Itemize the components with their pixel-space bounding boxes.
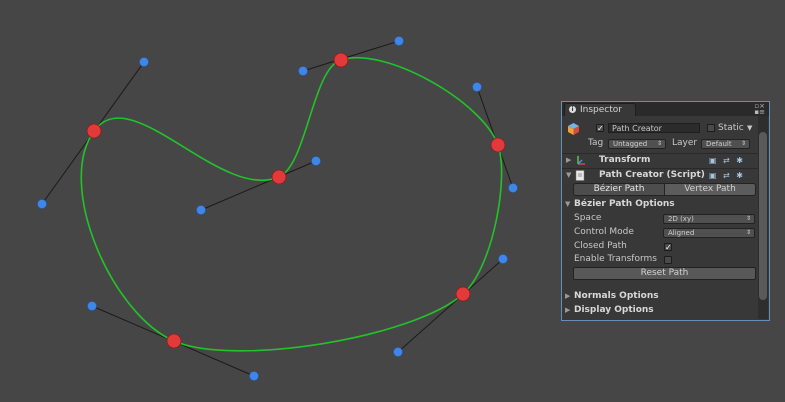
script-file-icon [575, 170, 585, 181]
normals-options-foldout[interactable]: ▶ Normals Options [562, 290, 759, 303]
closed-path-label: Closed Path [574, 241, 627, 251]
static-label: Static [718, 123, 744, 133]
control-handle[interactable] [472, 82, 482, 92]
transform-axes-icon [577, 156, 585, 165]
space-row: Space 2D (xy) ⇕ [562, 212, 759, 225]
space-label: Space [574, 213, 602, 223]
reset-path-button[interactable]: Reset Path [573, 267, 756, 280]
control-handle[interactable] [508, 183, 518, 193]
window-controls[interactable]: ▫× ▪≡ [754, 103, 765, 116]
updown-icon: ⇕ [745, 229, 751, 236]
anchor-point[interactable] [86, 123, 102, 139]
gameobject-cube-icon [568, 123, 579, 135]
space-dropdown[interactable]: 2D (xy) ⇕ [663, 214, 755, 224]
control-mode-value: Aligned [668, 229, 695, 237]
inspector-panel: i Inspector ▫× ▪≡ ✓ Path Creator Static … [561, 101, 770, 321]
static-dropdown-icon[interactable]: ▼ [747, 121, 752, 136]
transform-component-header[interactable]: ▶ Transform ▣ ⇄ ✱ [562, 154, 759, 167]
anchor-point[interactable] [271, 169, 287, 185]
enable-transforms-checkbox[interactable] [664, 256, 672, 264]
closed-path-checkbox[interactable]: ✓ [664, 243, 672, 252]
object-name-field[interactable]: Path Creator [608, 123, 700, 133]
script-component-header[interactable]: ▼ Path Creator (Script) ▣ ⇄ ✱ [562, 169, 759, 182]
control-handle[interactable] [37, 199, 47, 209]
bezier-options-foldout[interactable]: ▼ Bézier Path Options [562, 198, 759, 211]
control-handle[interactable] [249, 371, 259, 381]
tab-inspector[interactable]: i Inspector [564, 103, 636, 116]
tag-dropdown[interactable]: Untagged ⇕ [608, 139, 666, 149]
updown-icon: ⇕ [740, 140, 746, 147]
tag-label: Tag [588, 138, 604, 148]
options-header: Bézier Path Options [574, 199, 675, 209]
layer-label: Layer [672, 138, 698, 148]
enable-transforms-row: Enable Transforms [562, 253, 759, 266]
anchor-point[interactable] [455, 286, 471, 302]
layer-value: Default [706, 140, 732, 148]
tab-inspector-label: Inspector [580, 105, 622, 115]
inspector-scrollbar[interactable] [758, 116, 768, 319]
enable-transforms-label: Enable Transforms [574, 254, 657, 264]
anchor-point[interactable] [333, 52, 349, 68]
object-header: ✓ Path Creator Static ▼ [562, 121, 759, 136]
handle-line [200, 160, 317, 211]
menu-icon[interactable]: ≡ [759, 108, 765, 116]
control-handle[interactable] [139, 57, 149, 67]
control-handle[interactable] [298, 66, 308, 76]
handle-line [302, 40, 400, 72]
inspector-tabbar: i Inspector ▫× ▪≡ [562, 102, 769, 116]
expanded-triangle-icon: ▼ [566, 171, 572, 179]
anchor-point[interactable] [490, 137, 506, 153]
control-mode-dropdown[interactable]: Aligned ⇕ [663, 228, 755, 238]
component-help-icon[interactable]: ▣ ⇄ ✱ [709, 154, 745, 167]
closed-path-row: Closed Path ✓ [562, 240, 759, 253]
display-header: Display Options [574, 305, 654, 315]
control-handle[interactable] [196, 205, 206, 215]
active-checkbox[interactable]: ✓ [596, 124, 604, 133]
control-handle[interactable] [311, 156, 321, 166]
control-handle[interactable] [393, 347, 403, 357]
control-mode-label: Control Mode [574, 227, 634, 237]
handle-line [397, 258, 504, 353]
component-settings-icon[interactable]: ▣ ⇄ ✱ [709, 169, 745, 182]
collapsed-triangle-icon: ▶ [565, 306, 571, 314]
info-icon: i [569, 106, 576, 113]
tab-bezier-path[interactable]: Bézier Path [573, 183, 665, 196]
tag-value: Untagged [613, 140, 648, 148]
updown-icon: ⇕ [745, 215, 751, 222]
tab-vertex-path[interactable]: Vertex Path [664, 183, 756, 196]
static-checkbox[interactable] [707, 124, 715, 132]
anchor-point[interactable] [166, 333, 182, 349]
collapsed-triangle-icon: ▶ [566, 156, 572, 164]
updown-icon: ⇕ [656, 140, 662, 147]
normals-header: Normals Options [574, 291, 659, 301]
control-handle[interactable] [498, 254, 508, 264]
space-value: 2D (xy) [668, 215, 694, 223]
control-handle[interactable] [87, 301, 97, 311]
scrollbar-thumb[interactable] [759, 132, 767, 300]
display-options-foldout[interactable]: ▶ Display Options [562, 304, 759, 317]
control-handle[interactable] [394, 36, 404, 46]
layer-dropdown[interactable]: Default ⇕ [701, 139, 750, 149]
tag-layer-row: Tag Untagged ⇕ Layer Default ⇕ [562, 137, 759, 150]
transform-label: Transform [599, 155, 651, 165]
script-label: Path Creator (Script) [599, 170, 705, 180]
control-mode-row: Control Mode Aligned ⇕ [562, 226, 759, 239]
expanded-triangle-icon: ▼ [565, 200, 571, 208]
collapsed-triangle-icon: ▶ [565, 292, 571, 300]
bezier-path [80, 57, 503, 352]
